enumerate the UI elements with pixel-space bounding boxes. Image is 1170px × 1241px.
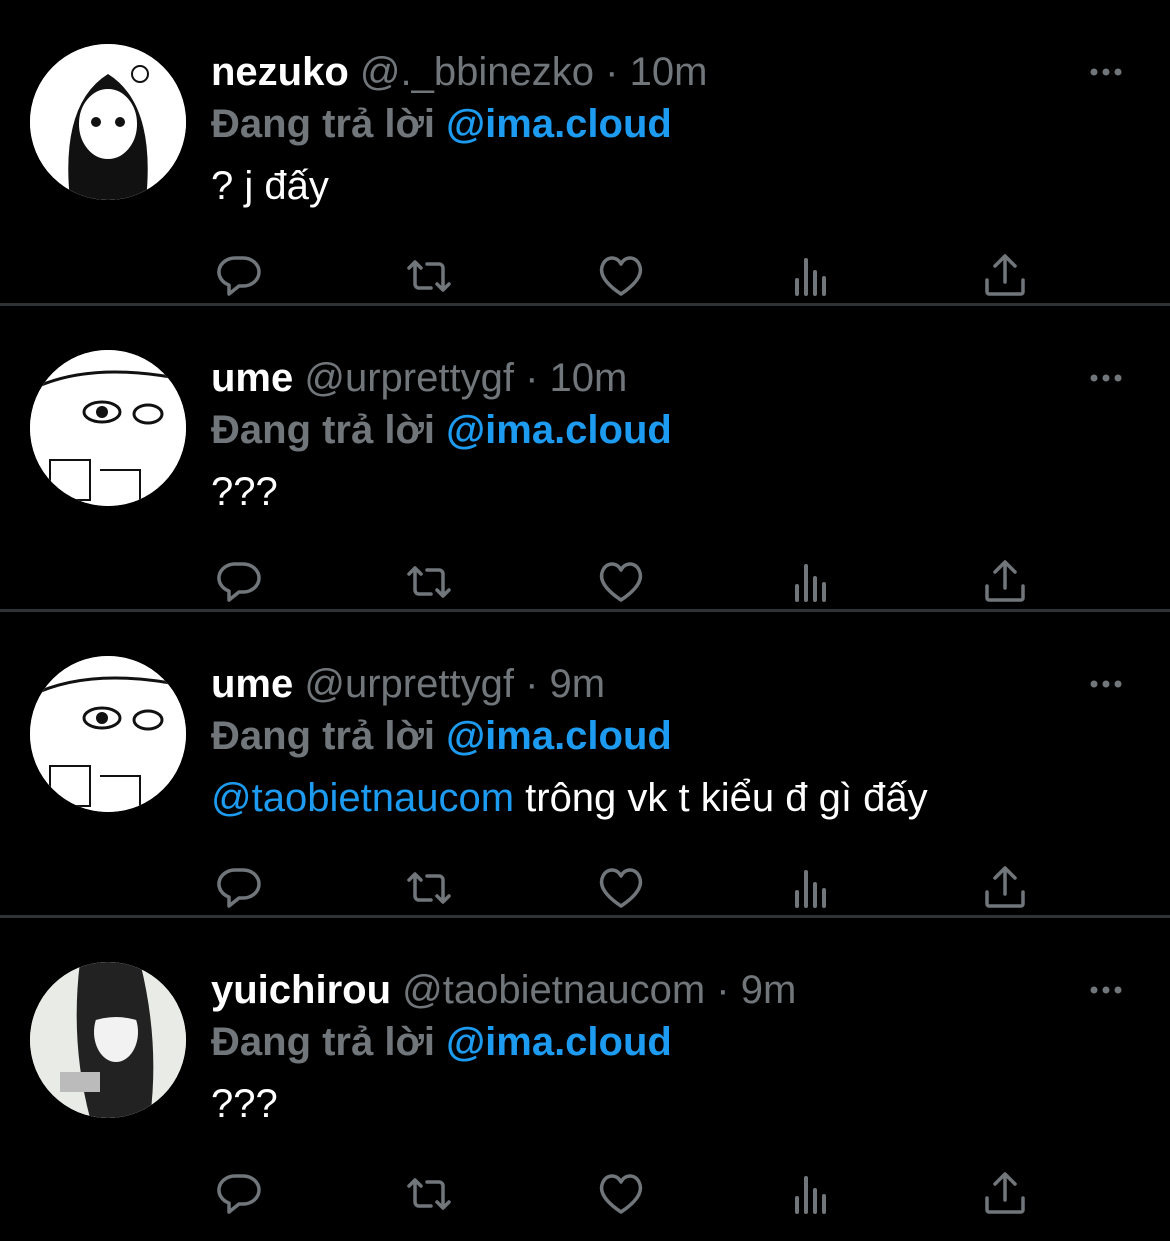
- views-icon[interactable]: [785, 860, 841, 916]
- action-bar: [211, 248, 1041, 304]
- tweet-body: ???: [211, 1082, 278, 1126]
- tweet-text: @taobietnaucom trông vk t kiểu đ gì đấy: [211, 772, 928, 824]
- timestamp[interactable]: 9m: [550, 662, 606, 706]
- reply-mention-link[interactable]: @ima.cloud: [446, 408, 672, 452]
- replying-to: Đang trả lời @ima.cloud: [211, 98, 672, 150]
- replying-to: Đang trả lời @ima.cloud: [211, 1016, 672, 1068]
- more-icon[interactable]: [1086, 664, 1126, 704]
- mention-link[interactable]: @taobietnaucom: [211, 776, 514, 820]
- more-icon[interactable]: [1086, 358, 1126, 398]
- tweet-body: trông vk t kiểu đ gì đấy: [514, 776, 928, 820]
- separator-dot: ·: [525, 356, 539, 400]
- reply-mention-link[interactable]: @ima.cloud: [446, 1020, 672, 1064]
- tweet-text: ???: [211, 466, 278, 518]
- retweet-icon[interactable]: [401, 860, 457, 916]
- timestamp[interactable]: 10m: [550, 356, 628, 400]
- reply-prefix: Đang trả lời: [211, 408, 447, 452]
- share-icon[interactable]: [977, 554, 1033, 610]
- like-icon[interactable]: [593, 248, 649, 304]
- action-bar: [211, 554, 1041, 610]
- views-icon[interactable]: [785, 1166, 841, 1222]
- tweet-item[interactable]: yuichirou @taobietnaucom · 9m Đang trả l…: [0, 918, 1170, 1224]
- avatar[interactable]: [30, 44, 186, 200]
- views-icon[interactable]: [785, 248, 841, 304]
- retweet-icon[interactable]: [401, 248, 457, 304]
- timestamp[interactable]: 9m: [741, 968, 797, 1012]
- user-handle[interactable]: @._bbinezko: [360, 50, 594, 94]
- retweet-icon[interactable]: [401, 554, 457, 610]
- like-icon[interactable]: [593, 860, 649, 916]
- reply-icon[interactable]: [211, 248, 267, 304]
- tweet-body: ???: [211, 470, 278, 514]
- reply-icon[interactable]: [211, 554, 267, 610]
- display-name[interactable]: ume: [211, 356, 293, 400]
- separator-dot: ·: [605, 50, 619, 94]
- retweet-icon[interactable]: [401, 1166, 457, 1222]
- avatar[interactable]: [30, 656, 186, 812]
- user-handle[interactable]: @urprettygf: [304, 662, 514, 706]
- display-name[interactable]: ume: [211, 662, 293, 706]
- reply-icon[interactable]: [211, 1166, 267, 1222]
- action-bar: [211, 1166, 1041, 1222]
- tweet-header: ume @urprettygf · 10m: [211, 352, 627, 404]
- reply-mention-link[interactable]: @ima.cloud: [446, 714, 672, 758]
- tweet-item[interactable]: nezuko @._bbinezko · 10m Đang trả lời @i…: [0, 0, 1170, 306]
- like-icon[interactable]: [593, 1166, 649, 1222]
- separator-dot: ·: [716, 968, 730, 1012]
- replying-to: Đang trả lời @ima.cloud: [211, 404, 672, 456]
- tweet-header: nezuko @._bbinezko · 10m: [211, 46, 707, 98]
- avatar[interactable]: [30, 962, 186, 1118]
- user-handle[interactable]: @urprettygf: [304, 356, 514, 400]
- avatar[interactable]: [30, 350, 186, 506]
- display-name[interactable]: yuichirou: [211, 968, 391, 1012]
- share-icon[interactable]: [977, 860, 1033, 916]
- share-icon[interactable]: [977, 248, 1033, 304]
- reply-prefix: Đang trả lời: [211, 102, 447, 146]
- reply-prefix: Đang trả lời: [211, 714, 447, 758]
- reply-icon[interactable]: [211, 860, 267, 916]
- tweet-header: yuichirou @taobietnaucom · 9m: [211, 964, 796, 1016]
- tweet-text: ???: [211, 1078, 278, 1130]
- display-name[interactable]: nezuko: [211, 50, 349, 94]
- action-bar: [211, 860, 1041, 916]
- reply-mention-link[interactable]: @ima.cloud: [446, 102, 672, 146]
- more-icon[interactable]: [1086, 52, 1126, 92]
- timestamp[interactable]: 10m: [630, 50, 708, 94]
- tweet-text: ? j đấy: [211, 160, 329, 212]
- tweet-header: ume @urprettygf · 9m: [211, 658, 605, 710]
- like-icon[interactable]: [593, 554, 649, 610]
- user-handle[interactable]: @taobietnaucom: [402, 968, 705, 1012]
- tweet-body: ? j đấy: [211, 164, 329, 208]
- tweet-item[interactable]: ume @urprettygf · 10m Đang trả lời @ima.…: [0, 306, 1170, 612]
- replying-to: Đang trả lời @ima.cloud: [211, 710, 672, 762]
- share-icon[interactable]: [977, 1166, 1033, 1222]
- reply-prefix: Đang trả lời: [211, 1020, 447, 1064]
- views-icon[interactable]: [785, 554, 841, 610]
- tweet-item[interactable]: ume @urprettygf · 9m Đang trả lời @ima.c…: [0, 612, 1170, 918]
- more-icon[interactable]: [1086, 970, 1126, 1010]
- separator-dot: ·: [525, 662, 539, 706]
